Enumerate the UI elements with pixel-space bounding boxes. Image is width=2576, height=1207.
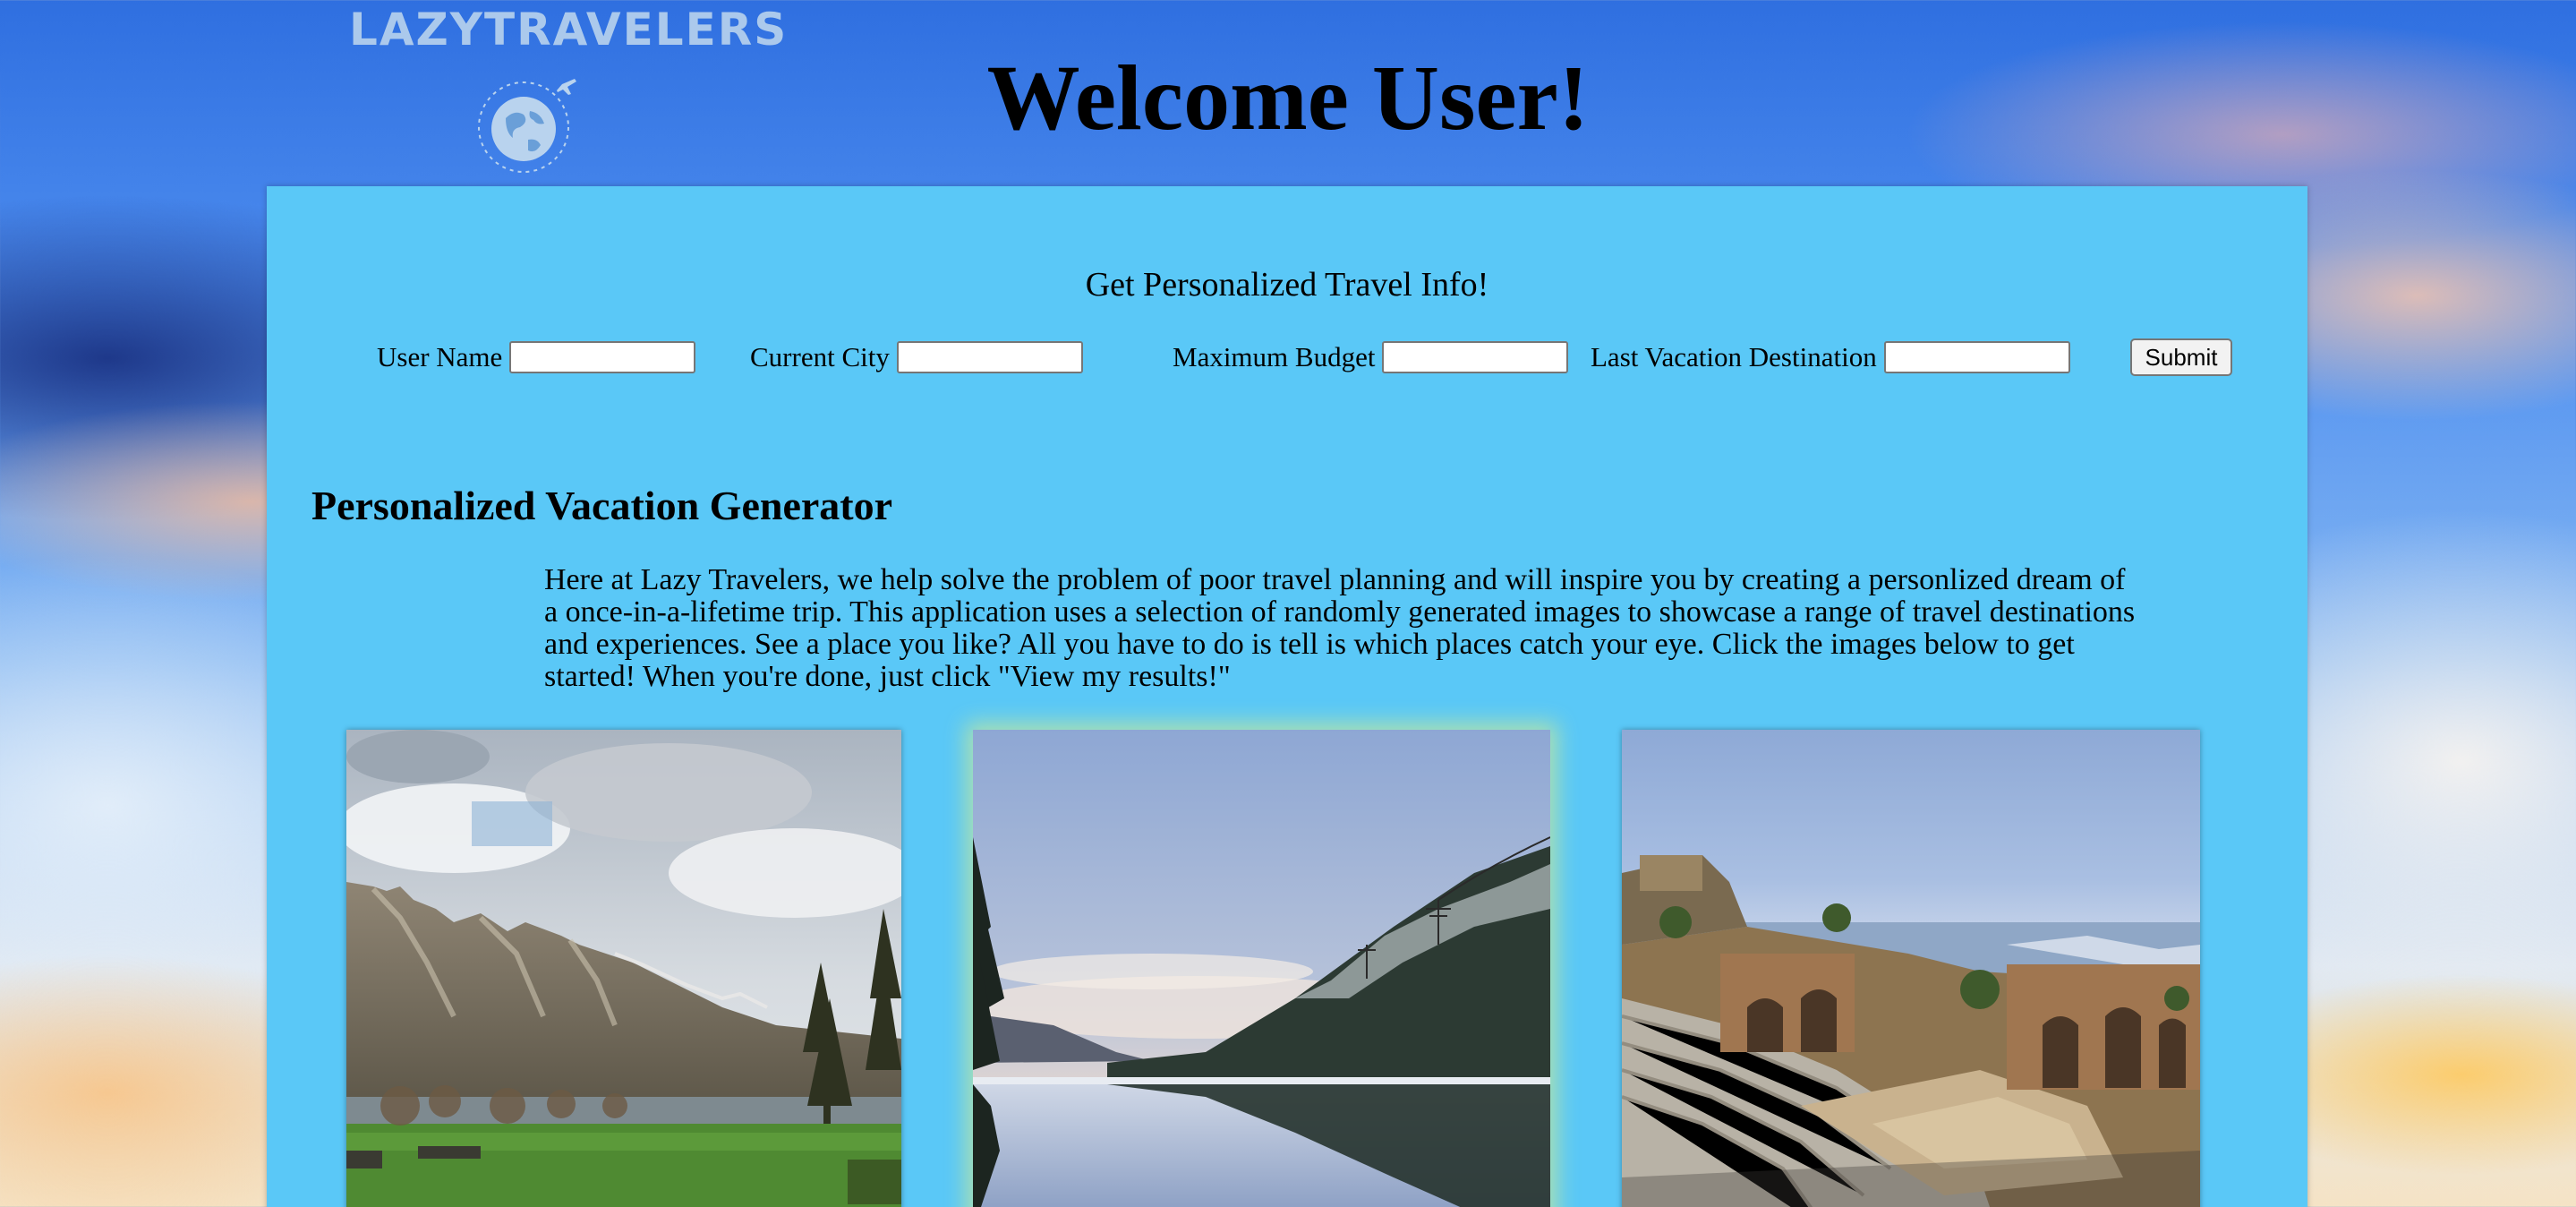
page-title: Welcome User! (986, 47, 1590, 150)
user-name-input[interactable] (509, 341, 696, 373)
gallery-image-forest-lake[interactable] (973, 730, 1550, 1207)
user-name-label: User Name (377, 341, 503, 372)
last-vacation-input[interactable] (1883, 341, 2070, 373)
travel-info-form: User Name Current City Maximum Budget La… (267, 337, 2307, 378)
generator-description: Here at Lazy Travelers, we help solve th… (544, 563, 2136, 693)
current-city-label: Current City (750, 341, 890, 372)
current-city-field-group: Current City (750, 337, 1083, 378)
gallery-image-mountain-meadow[interactable] (346, 730, 901, 1207)
form-title: Get Personalized Travel Info! (1085, 266, 1489, 304)
current-city-input[interactable] (896, 341, 1083, 373)
main-panel: Get Personalized Travel Info! User Name … (267, 186, 2307, 1207)
user-name-field-group: User Name (377, 337, 696, 378)
maximum-budget-label: Maximum Budget (1173, 341, 1376, 372)
submit-button[interactable]: Submit (2130, 338, 2232, 376)
maximum-budget-input[interactable] (1382, 341, 1569, 373)
gallery-image-theater-ruins[interactable] (1622, 730, 2200, 1207)
generator-title: Personalized Vacation Generator (311, 483, 893, 528)
last-vacation-field-group: Last Vacation Destination (1591, 337, 2070, 378)
maximum-budget-field-group: Maximum Budget (1173, 337, 1569, 378)
last-vacation-label: Last Vacation Destination (1591, 341, 1877, 372)
